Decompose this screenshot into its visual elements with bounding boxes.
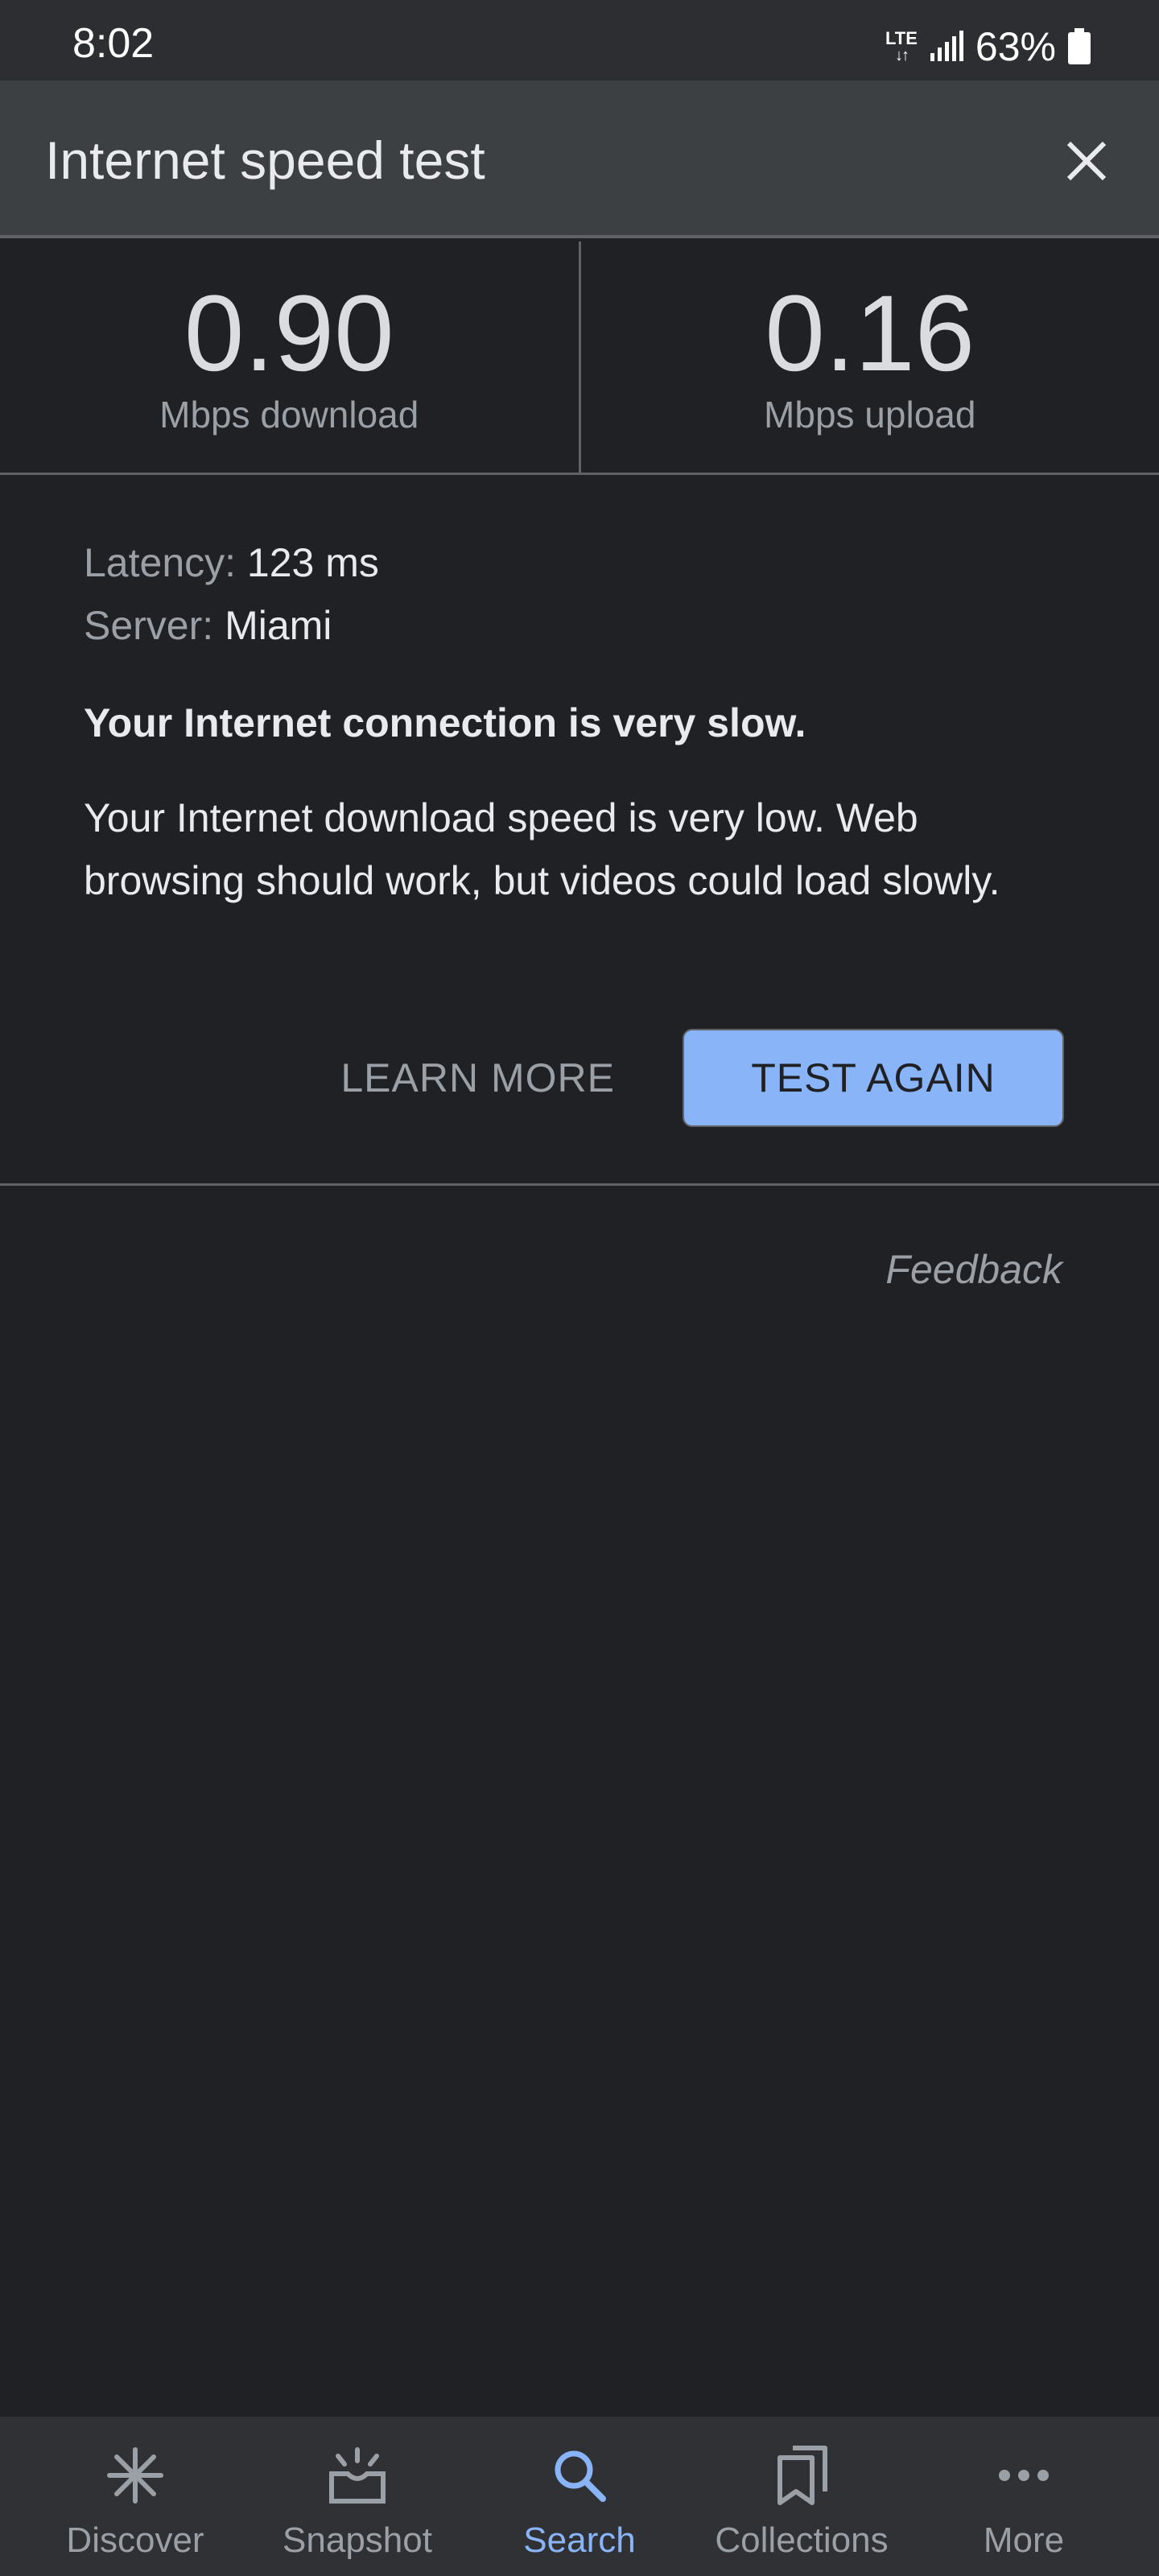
page-title: Internet speed test: [45, 130, 485, 190]
nav-label-collections: Collections: [715, 2520, 889, 2560]
nav-item-collections[interactable]: Collections: [701, 2417, 902, 2558]
battery-icon: [1068, 28, 1091, 64]
nav-item-snapshot[interactable]: Snapshot: [257, 2417, 458, 2558]
download-label: Mbps download: [159, 394, 419, 436]
learn-more-button[interactable]: LEARN MORE: [340, 1055, 615, 1101]
server-label: Server:: [84, 603, 214, 648]
server-row: Server: Miami: [84, 594, 1074, 657]
upload-label: Mbps upload: [764, 394, 976, 436]
lte-icon: LTE ↓↑: [885, 28, 918, 64]
close-icon: [1066, 141, 1107, 181]
status-bar: 8:02 LTE ↓↑ 63%: [0, 0, 1159, 80]
close-button[interactable]: [1046, 121, 1127, 201]
nav-label-snapshot: Snapshot: [283, 2520, 432, 2560]
speed-test-header: Internet speed test: [0, 80, 1159, 238]
server-value: Miami: [225, 603, 332, 648]
search-icon: [555, 2450, 606, 2502]
feedback-link[interactable]: Feedback: [885, 1246, 1062, 1293]
status-time: 8:02: [72, 20, 155, 67]
latency-label: Latency:: [84, 540, 237, 585]
nav-item-more[interactable]: More: [923, 2417, 1124, 2558]
nav-label-discover: Discover: [66, 2520, 204, 2560]
status-icons: LTE ↓↑ 63%: [885, 24, 1091, 69]
bookmarks-icon: [777, 2446, 827, 2505]
latency-value: 123 ms: [246, 540, 379, 585]
upload-value: 0.16: [765, 274, 975, 394]
asterisk-icon: [107, 2447, 163, 2504]
connection-verdict: Your Internet connection is very slow.: [84, 700, 806, 745]
download-value: 0.90: [184, 274, 394, 394]
snapshot-icon: [329, 2447, 386, 2504]
battery-percent: 63%: [975, 24, 1056, 69]
download-result: 0.90 Mbps download: [0, 242, 579, 473]
latency-row: Latency: 123 ms: [84, 531, 1074, 594]
network-type: LTE: [885, 28, 918, 48]
signal-icon: [930, 31, 963, 61]
bottom-navigation: Discover Snapshot Search Collections Mor…: [0, 2417, 1159, 2576]
speed-details: Latency: 123 ms Server: Miami Your Inter…: [84, 531, 1074, 912]
nav-item-search[interactable]: Search: [479, 2417, 680, 2558]
more-dots-icon: [999, 2470, 1049, 2481]
upload-result: 0.16 Mbps upload: [578, 242, 1159, 473]
nav-label-more: More: [983, 2520, 1065, 2560]
speed-explanation: Your Internet download speed is very low…: [84, 795, 1000, 903]
test-again-button[interactable]: TEST AGAIN: [683, 1029, 1064, 1127]
section-divider: [0, 1183, 1159, 1186]
speed-results: 0.90 Mbps download 0.16 Mbps upload: [0, 242, 1159, 475]
nav-item-discover[interactable]: Discover: [35, 2417, 236, 2558]
action-buttons: LEARN MORE TEST AGAIN: [340, 1029, 1064, 1127]
nav-label-search: Search: [523, 2520, 636, 2560]
